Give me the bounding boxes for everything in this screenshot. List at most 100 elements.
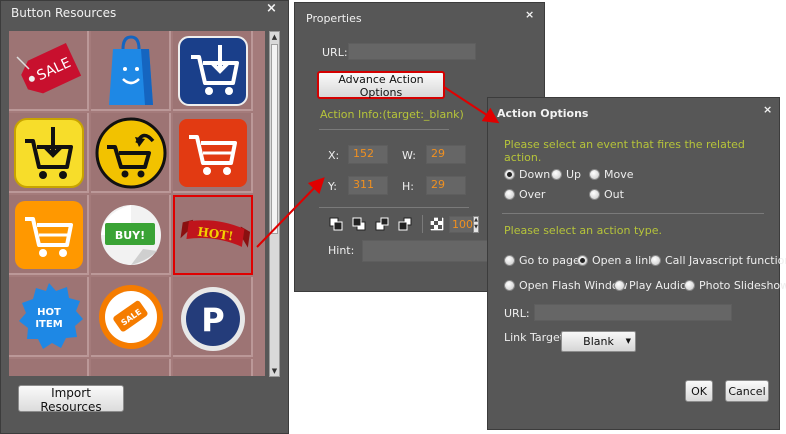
dropdown-caret-icon: ▼ [625, 337, 631, 345]
resource-grid: SALE BUY! HOT! HOT ITEM SALE P [9, 31, 265, 376]
sale-tag-icon: SALE [16, 43, 82, 94]
w-label: W: [402, 149, 416, 162]
panel-title: Button Resources [11, 6, 117, 20]
resource-item-yellow-cart[interactable] [9, 113, 89, 193]
opacity-spinner-icon[interactable]: ▲ ▼ [473, 216, 479, 233]
svg-text:ITEM: ITEM [35, 319, 62, 330]
radio-icon [589, 169, 600, 180]
resource-item-hot-item[interactable]: HOT ITEM [9, 277, 89, 357]
radio-icon [504, 189, 515, 200]
event-prompt: Please select an event that fires the re… [504, 138, 745, 164]
radio-icon [504, 280, 515, 291]
event-radio-down[interactable]: Down [504, 168, 550, 181]
divider [319, 129, 449, 130]
round-cart-icon [95, 117, 167, 189]
radio-icon [684, 280, 695, 291]
radio-checked-icon [504, 169, 515, 180]
type-radio-go-to-page[interactable]: Go to page [504, 254, 580, 267]
yellow-cart-download-icon [14, 118, 84, 188]
svg-text:P: P [201, 301, 224, 339]
resource-item-hot-ribbon[interactable]: HOT! [173, 195, 253, 275]
resource-item-shopping-bag[interactable] [91, 31, 171, 111]
resource-item-partial[interactable] [91, 359, 171, 376]
opacity-checker-icon [430, 217, 444, 231]
event-radio-out[interactable]: Out [589, 188, 624, 201]
url-input[interactable] [534, 304, 732, 321]
action-info-text: Action Info:(target:_blank) [320, 108, 464, 121]
panel-title: Properties [306, 12, 362, 25]
blue-cart-download-icon [178, 36, 248, 106]
radio-icon [650, 255, 661, 266]
radio-checked-icon [577, 255, 588, 266]
x-label: X: [328, 149, 340, 162]
button-resources-panel: Button Resources × SALE BUY! HOT! HOT IT… [0, 0, 289, 434]
advance-action-options-button[interactable]: Advance Action Options [317, 71, 445, 99]
link-target-select[interactable]: Blank ▼ [561, 331, 636, 352]
radio-icon [551, 169, 562, 180]
action-type-prompt: Please select an action type. [504, 224, 663, 237]
event-radio-up[interactable]: Up [551, 168, 581, 181]
resource-scrollbar[interactable]: ▲ ▼ [269, 31, 280, 377]
h-label: H: [402, 180, 414, 193]
type-radio-call-javascript[interactable]: Call Javascript function [650, 254, 786, 267]
type-radio-photo-slideshow[interactable]: Photo Slideshow [684, 279, 786, 292]
scroll-thumb[interactable] [271, 44, 278, 234]
send-to-back-icon[interactable] [352, 217, 366, 231]
event-radio-over[interactable]: Over [504, 188, 545, 201]
resource-item-paypal-sticker[interactable]: P [173, 277, 253, 357]
close-icon[interactable]: × [763, 103, 772, 116]
resource-item-buy-sticker[interactable]: BUY! [91, 195, 171, 275]
radio-icon [589, 189, 600, 200]
type-radio-play-audio[interactable]: Play Audio [614, 279, 687, 292]
hot-ribbon-icon: HOT! [180, 219, 251, 248]
bring-forward-icon[interactable] [375, 217, 389, 231]
close-icon[interactable]: × [525, 8, 534, 21]
buy-sticker-icon: BUY! [101, 205, 161, 265]
url-label: URL: [504, 307, 530, 320]
divider [319, 207, 469, 208]
y-label: Y: [328, 180, 337, 193]
link-target-label: Link Target: [504, 331, 568, 344]
resource-item-round-cart[interactable] [91, 113, 171, 193]
resource-item-orange-cart[interactable] [9, 195, 89, 275]
hint-label: Hint: [328, 244, 355, 257]
radio-icon [504, 255, 515, 266]
x-input[interactable]: 152 [348, 145, 388, 164]
resource-item-sale-badge[interactable]: SALE [91, 277, 171, 357]
resource-item-partial[interactable] [173, 359, 253, 376]
scroll-up-icon[interactable]: ▲ [270, 32, 279, 42]
svg-text:HOT: HOT [37, 307, 61, 318]
y-input[interactable]: 311 [348, 176, 388, 195]
resource-item-partial[interactable] [9, 359, 89, 376]
red-cart-icon [179, 119, 247, 187]
scroll-down-icon[interactable]: ▼ [270, 366, 279, 376]
opacity-input[interactable]: 100 [449, 216, 473, 233]
toolbar-divider [422, 215, 423, 233]
svg-text:BUY!: BUY! [115, 229, 145, 242]
resource-item-red-cart[interactable] [173, 113, 253, 193]
action-options-dialog: Action Options × Please select an event … [487, 97, 786, 430]
ok-button[interactable]: OK [685, 380, 713, 402]
bring-to-front-icon[interactable] [329, 217, 343, 231]
h-input[interactable]: 29 [426, 176, 466, 195]
cancel-button[interactable]: Cancel [725, 380, 769, 402]
send-backward-icon[interactable] [398, 217, 412, 231]
divider [502, 213, 764, 214]
url-input[interactable] [348, 43, 476, 60]
dialog-title: Action Options [497, 107, 589, 120]
orange-cart-icon [15, 201, 83, 269]
close-icon[interactable]: × [266, 1, 277, 16]
resource-item-blue-cart[interactable] [173, 31, 253, 111]
event-radio-move[interactable]: Move [589, 168, 634, 181]
type-radio-open-flash-window[interactable]: Open Flash Window [504, 279, 628, 292]
hot-item-badge-icon: HOT ITEM [19, 283, 83, 349]
w-input[interactable]: 29 [426, 145, 466, 164]
sale-badge-icon: SALE [99, 285, 163, 349]
resource-item-sale-tag[interactable]: SALE [9, 31, 89, 111]
shopping-bag-icon [109, 35, 153, 105]
url-label: URL: [322, 46, 348, 59]
paypal-sticker-icon: P [181, 287, 245, 351]
import-resources-button[interactable]: Import Resources [18, 385, 124, 414]
radio-icon [614, 280, 625, 291]
type-radio-open-link[interactable]: Open a link [577, 254, 655, 267]
